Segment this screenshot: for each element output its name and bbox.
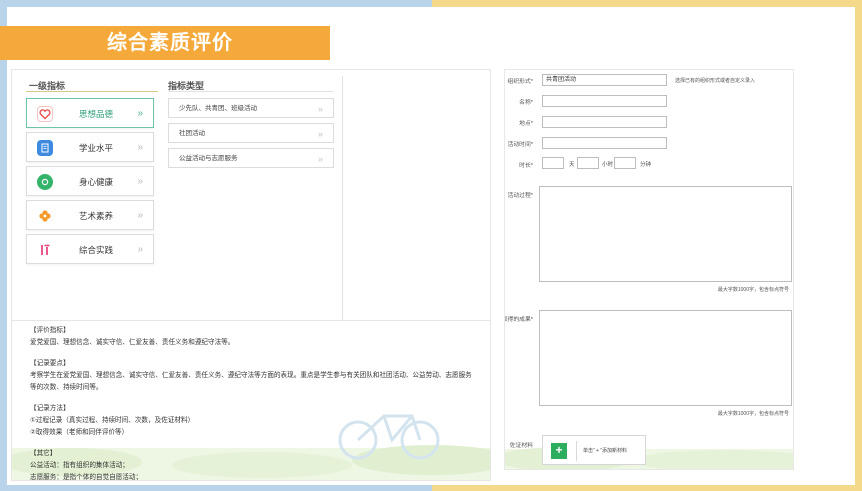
indicator-item-practice[interactable]: 综合实践 » [26,234,154,264]
evidence-label: 佐证材料 [509,443,533,449]
frame-top-right [432,0,862,7]
chevron-right-icon: » [137,142,142,153]
process-label: 活动过程* [507,193,533,199]
time-label: 活动时间* [507,142,533,148]
chevron-right-icon: » [137,176,142,187]
evaluation-notes: 【评价指标】 爱党爱国、理想信念、诚实守信、仁爱友善、责任义务和遵纪守法等。 【… [30,325,490,481]
flower-icon [37,208,53,224]
org-form-hint: 选择已有的组织形式或者自定义录入 [675,78,756,84]
result-char-limit: 最大字数1000字，包含标点符号 [717,411,789,417]
type-label: 社团活动 [179,130,205,137]
indicator-item-academic[interactable]: 学业水平 » [26,132,154,162]
header-underline [168,91,333,92]
upload-hint: 单击“ + ”添加新材料 [583,448,628,454]
duration-day-input[interactable] [542,157,564,169]
health-icon [37,174,53,190]
upload-divider [576,441,577,461]
hour-unit: 小时 [602,162,614,168]
tools-icon [37,242,53,258]
notes-heading: 【其它】 [30,450,57,457]
chevron-right-icon: » [137,244,142,255]
frame-top-left [0,0,432,7]
duration-hour-input[interactable] [577,157,599,169]
notes-heading: 【记录方法】 [30,405,70,412]
heart-icon [37,106,53,122]
type-label: 公益活动与志愿服务 [179,155,238,162]
frame-right [855,0,862,491]
evidence-upload[interactable]: + 单击“ + ”添加新材料 [542,435,646,465]
chevron-right-icon: » [137,210,142,221]
type-item-club[interactable]: 社团活动 » [168,123,334,143]
add-material-button[interactable]: + [551,443,567,459]
title-banner: 综合素质评价 [0,26,330,60]
result-textarea[interactable] [539,310,792,406]
minute-unit: 分钟 [640,162,652,168]
notes-text: 等的次数、持续时间等。 [30,384,103,391]
indicator-label: 综合实践 [79,245,114,255]
org-form-label: 组织形式* [507,79,533,85]
indicator-panel: 一级指标 指标类型 思想品德 » 学业水平 » 身心健康 » 艺术素养 » 综合 [11,69,491,481]
column-divider [342,76,343,320]
type-item-league[interactable]: 少先队、共青团、班级活动 » [168,98,334,118]
header-underline [26,91,158,92]
indicator-item-health[interactable]: 身心健康 » [26,166,154,196]
indicator-label: 思想品德 [79,109,114,119]
section-divider [12,320,490,321]
type-label: 少先队、共青团、班级活动 [179,105,257,112]
record-form: 组织形式* 共青团活动 选择已有的组织形式或者自定义录入 名称* 地点* 活动时… [504,69,794,470]
notes-text: 志愿服务：是指个体的自觉自愿活动； [30,474,143,481]
indicator-item-moral[interactable]: 思想品德 » [26,98,154,128]
notes-text: 考察学生在爱党爱国、理想信念、诚实守信、仁爱友善、责任义务、遵纪守法等方面的表现… [30,372,472,379]
duration-label: 时长* [519,163,533,169]
frame-bottom-left [0,485,432,491]
slide-title: 综合素质评价 [107,32,233,54]
name-label: 名称* [519,100,533,106]
day-unit: 天 [569,162,575,168]
indicator-label: 学业水平 [79,143,114,153]
notes-text: 公益活动：指有组织的集体活动； [30,462,129,469]
chevron-right-icon: » [317,154,323,164]
type-item-volunteer[interactable]: 公益活动与志愿服务 » [168,148,334,168]
notes-heading: 【评价指标】 [30,327,70,334]
time-input[interactable] [542,137,667,149]
chevron-right-icon: » [137,108,142,119]
indicator-label: 身心健康 [79,177,114,187]
process-char-limit: 最大字数1000字，包含标点符号 [717,287,789,293]
chevron-right-icon: » [317,129,323,139]
notes-text: ②取得效果（老师和同伴评价等） [30,429,129,436]
name-input[interactable] [542,95,667,107]
process-textarea[interactable] [539,186,792,282]
frame-left [0,0,7,491]
chevron-right-icon: » [317,104,323,114]
notes-text: ①过程记录（真实过程、持续时间、次数，及佐证材料） [30,417,195,424]
place-input[interactable] [542,116,667,128]
result-label: 取得的成果* [504,317,533,323]
duration-minute-input[interactable] [614,157,636,169]
book-icon [37,140,53,156]
notes-heading: 【记录要点】 [30,360,70,367]
org-form-input[interactable]: 共青团活动 [542,74,667,86]
indicator-item-art[interactable]: 艺术素养 » [26,200,154,230]
notes-text: 爱党爱国、理想信念、诚实守信、仁爱友善、责任义务和遵纪守法等。 [30,339,235,346]
frame-bottom-right [432,485,862,491]
place-label: 地点* [519,121,533,127]
indicator-label: 艺术素养 [79,211,114,221]
